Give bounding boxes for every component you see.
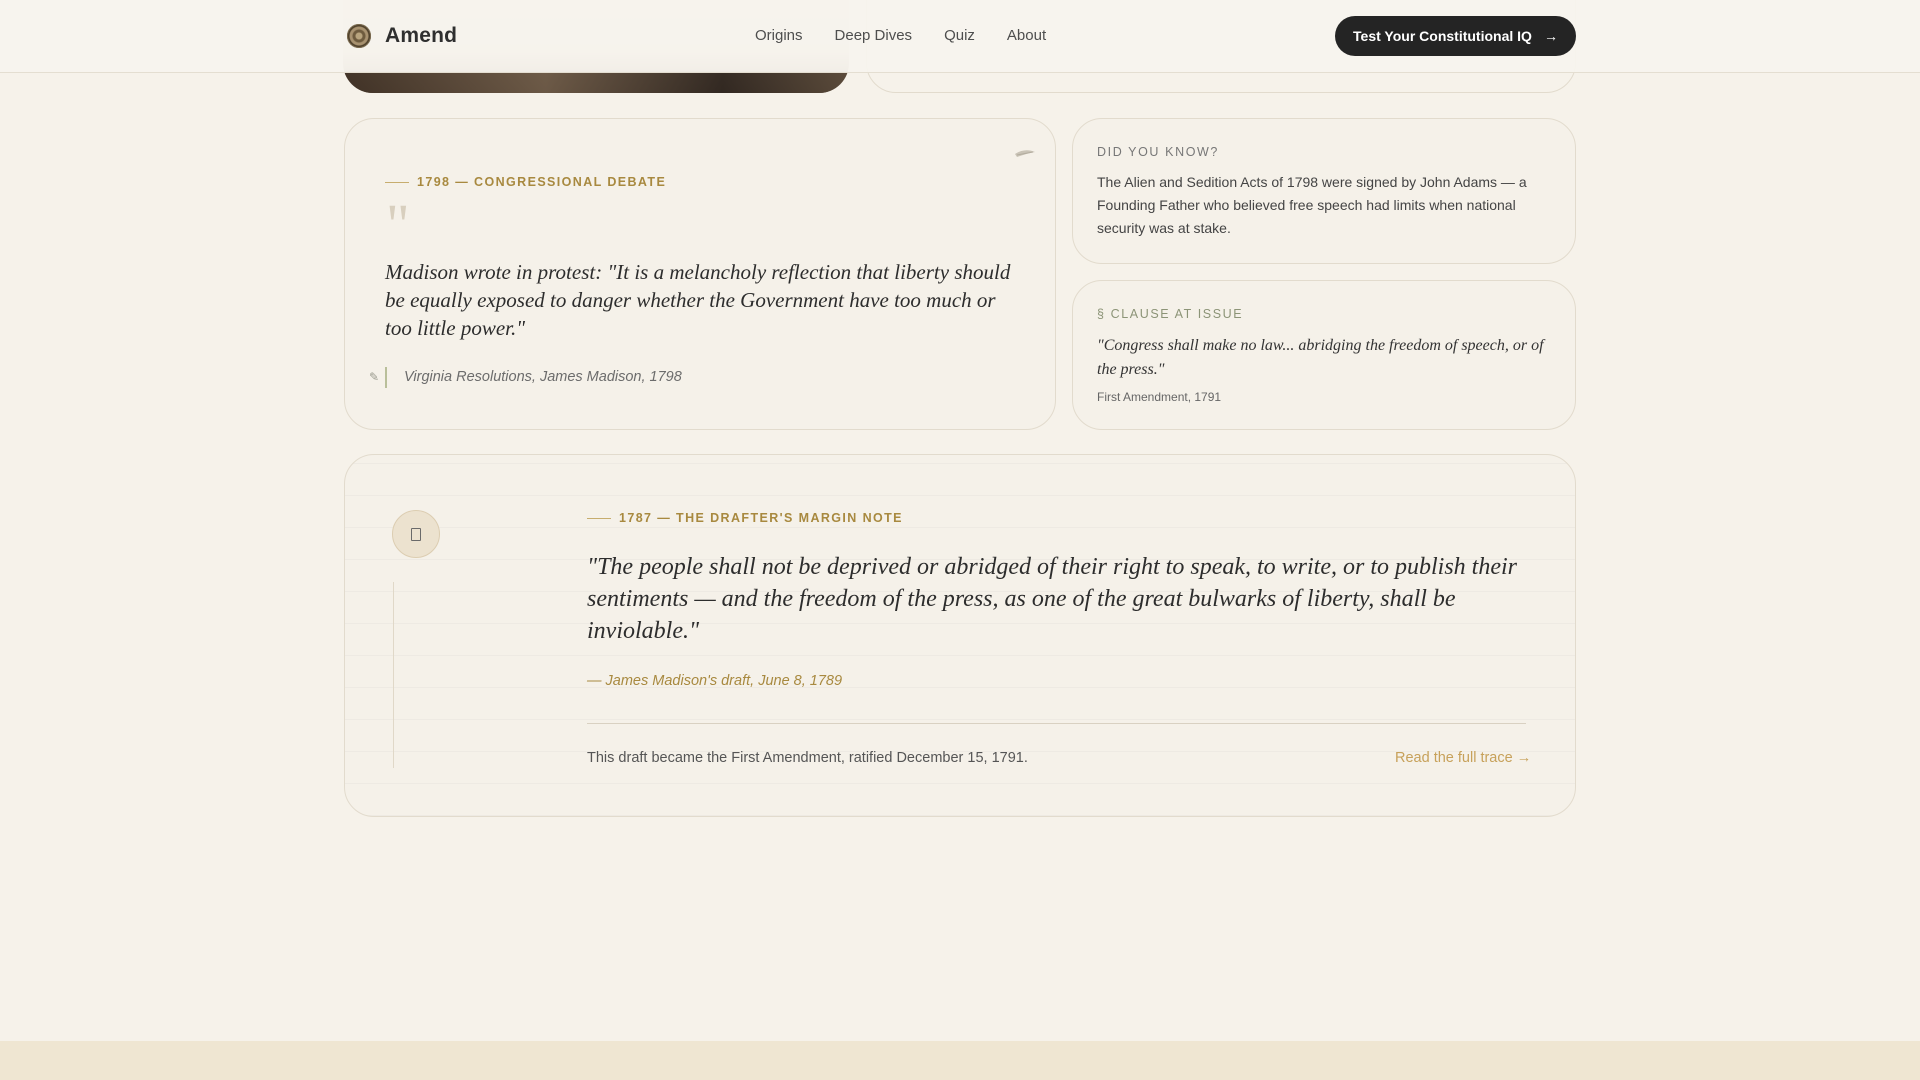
debate-overline-text: 1798 — CONGRESSIONAL DEBATE	[417, 175, 667, 189]
brand[interactable]: Amend	[347, 24, 457, 48]
margin-note-overline: 1787 — THE DRAFTER'S MARGIN NOTE	[587, 511, 903, 525]
debate-citation: Virginia Resolutions, James Madison, 179…	[404, 369, 682, 385]
overline-rule	[385, 181, 409, 183]
did-you-know-text: The Alien and Sedition Acts of 1798 were…	[1097, 174, 1527, 236]
arrow-right-icon: →	[1543, 28, 1558, 44]
main-nav: Origins Deep Dives Quiz About	[755, 27, 1078, 44]
quote-mark-icon: "	[386, 192, 410, 257]
pencil-icon: ✎	[369, 370, 380, 384]
margin-note-quote: "The people shall not be deprived or abr…	[587, 554, 1518, 644]
read-full-trace-link[interactable]: Read the full trace →	[1395, 750, 1531, 766]
timeline-line	[393, 582, 394, 768]
nav-origins[interactable]: Origins	[755, 27, 803, 44]
document-icon	[392, 510, 440, 558]
divider	[587, 723, 1526, 724]
quill-icon	[1015, 150, 1035, 157]
clause-card: § CLAUSE AT ISSUE "Congress shall make n…	[1072, 280, 1576, 430]
clause-quote: "Congress shall make no law... abridging…	[1097, 337, 1544, 378]
nav-deep-dives[interactable]: Deep Dives	[835, 27, 913, 44]
brand-name: Amend	[385, 24, 458, 47]
did-you-know-label: DID YOU KNOW?	[1097, 145, 1219, 159]
constitutional-iq-button[interactable]: Test Your Constitutional IQ →	[1335, 16, 1576, 56]
seal-logo-icon	[347, 24, 371, 48]
overline-rule	[587, 517, 611, 519]
cta-label: Test Your Constitutional IQ	[1353, 28, 1532, 44]
margin-note-author: — James Madison's draft, June 8, 1789	[587, 673, 843, 689]
margin-note-overline-text: 1787 — THE DRAFTER'S MARGIN NOTE	[619, 511, 903, 525]
nav-quiz[interactable]: Quiz	[944, 27, 975, 44]
footer-strip	[0, 1041, 1920, 1080]
clause-label: § CLAUSE AT ISSUE	[1097, 307, 1244, 321]
nav-about[interactable]: About	[1007, 27, 1046, 44]
did-you-know-card: DID YOU KNOW? The Alien and Sedition Act…	[1072, 118, 1576, 264]
citation-bar	[385, 367, 387, 388]
margin-note-footer: This draft became the First Amendment, r…	[587, 750, 1028, 766]
document-shape	[411, 527, 421, 541]
site-header: Amend Origins Deep Dives Quiz About Test…	[0, 0, 1920, 73]
clause-source: First Amendment, 1791	[1097, 390, 1222, 404]
debate-overline: 1798 — CONGRESSIONAL DEBATE	[385, 175, 666, 189]
debate-quote: Madison wrote in protest: "It is a melan…	[385, 260, 1011, 340]
